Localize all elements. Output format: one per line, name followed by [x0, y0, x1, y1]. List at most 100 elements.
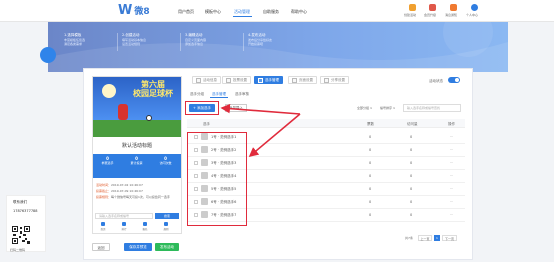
more-icon[interactable]: ··· [450, 161, 453, 165]
subtab-groups[interactable]: 选手分组 [190, 92, 204, 97]
pagination-total: 共7条 [405, 236, 413, 240]
stat-label: 参赛选手 [101, 161, 114, 165]
chip-checkbox-icon [324, 77, 329, 83]
banner-step-1: 1.选择模板 丰富模板任您选 满足各类需求 [64, 33, 85, 46]
tool-profile-label[interactable]: 个人中心 [466, 13, 478, 17]
preview-search-button[interactable]: 搜索 [155, 213, 179, 219]
back-button[interactable]: 返回 [92, 243, 110, 251]
preview-tab-rank[interactable]: 排行 [117, 222, 131, 231]
info-rules: 投票规则：每个微信号每天可投1次，可以投给同一选手 [96, 195, 180, 199]
poster-sun [102, 84, 116, 98]
nav-activity-manage[interactable]: 活动管理 [234, 9, 250, 15]
tool-vip-label[interactable]: 会员升级 [424, 13, 436, 17]
prev-page-button[interactable]: 上一页 [418, 235, 432, 241]
info-key: 活动时间： [96, 183, 112, 187]
player-votes: 0 [369, 187, 372, 191]
create-icon[interactable] [409, 4, 416, 11]
info-key: 投票截止： [96, 189, 112, 193]
sort-select[interactable]: 编号排序 ∨ [380, 106, 395, 110]
player-views: 0 [410, 148, 413, 152]
step-2-line-2: 设置活动规则 [122, 42, 141, 46]
step-1-line-2: 满足各类需求 [64, 42, 83, 46]
chip-vote-settings[interactable]: 投票设置 [222, 76, 251, 84]
vip-icon[interactable] [429, 4, 436, 11]
preview-tab-rules[interactable]: 规则 [159, 222, 173, 231]
more-icon[interactable]: ··· [450, 187, 453, 191]
bell-icon[interactable] [450, 4, 457, 11]
banner-divider [243, 33, 244, 51]
poster-player [118, 104, 128, 120]
col-player: 选手 [203, 122, 210, 126]
chip-player-manage[interactable]: 选手管理 [254, 76, 283, 84]
more-icon[interactable]: ··· [450, 174, 453, 178]
logo[interactable]: W 微8 [118, 4, 150, 17]
user-icon[interactable] [471, 4, 478, 11]
nav-home[interactable]: 用户首页 [178, 9, 194, 15]
banner-step-2: 2.创建活动 填写活动基本信息 设置活动规则 [122, 33, 146, 46]
add-player-highlight [185, 101, 219, 115]
step-3-line-2: 添加选手信息 [185, 42, 204, 46]
float-dot-icon [40, 47, 56, 63]
col-views: 访问量 [407, 122, 418, 126]
nav-help[interactable]: 帮助中心 [291, 9, 307, 15]
page-1-button[interactable]: 1 [434, 235, 440, 241]
chip-label: 分享设置 [331, 77, 345, 82]
soccer-ball-icon [146, 115, 152, 121]
chip-label: 选手管理 [265, 77, 279, 82]
stat-label: 访问次数 [159, 161, 172, 165]
tool-notify-label[interactable]: 消息通知 [445, 13, 457, 17]
col-actions: 操作 [448, 122, 455, 126]
player-votes: 0 [369, 213, 372, 217]
player-views: 0 [410, 161, 413, 165]
status-toggle[interactable] [448, 77, 460, 83]
chip-label: 活动信息 [203, 77, 217, 82]
info-key: 投票规则： [96, 195, 112, 199]
preview-tab-signup[interactable]: 报名 [138, 222, 152, 231]
player-views: 0 [410, 174, 413, 178]
player-votes: 0 [369, 174, 372, 178]
group-filter-select[interactable]: 全部分组 ∨ [357, 106, 372, 110]
contact-title: 联系我们 [13, 200, 27, 204]
player-search-input[interactable]: 输入选手名称或编号查找 [403, 104, 461, 112]
banner-divider [180, 33, 181, 51]
logo-icon: W [118, 3, 133, 18]
poster-title-line-2: 校园足球杯 [133, 89, 173, 98]
chip-activity-info[interactable]: 活动信息 [192, 76, 221, 84]
next-page-button[interactable]: 下一页 [442, 235, 457, 241]
more-icon[interactable]: ··· [450, 135, 453, 139]
tab-label: 首页 [100, 228, 106, 231]
chip-checkbox-icon [292, 77, 297, 83]
nav-self-service[interactable]: 自助服务 [263, 9, 279, 15]
poster-field [93, 120, 181, 137]
more-icon[interactable]: ··· [450, 213, 453, 217]
tool-create-label[interactable]: 创建活动 [404, 13, 416, 17]
player-votes: 0 [369, 161, 372, 165]
player-views: 0 [410, 135, 413, 139]
qr-code-icon [11, 225, 31, 245]
more-icon[interactable]: ··· [450, 200, 453, 204]
subtab-review[interactable]: 选手审核 [235, 92, 249, 97]
import-button[interactable]: 批量导入 [225, 104, 247, 112]
qr-label: 扫码二维码 [10, 248, 26, 252]
player-views: 0 [410, 200, 413, 204]
active-nav-indicator [233, 16, 252, 17]
banner-divider [117, 33, 118, 51]
publish-button[interactable]: 发布活动 [155, 243, 179, 251]
info-value: 每个微信号每天可投1次，可以投给同一选手 [111, 195, 170, 199]
save-preview-button[interactable]: 保存并预览 [124, 243, 152, 251]
preview-tab-home[interactable]: 首页 [96, 222, 110, 231]
nav-templates[interactable]: 模板中心 [205, 9, 221, 15]
signup-icon [143, 222, 147, 226]
stat-players: 0 参赛选手 [93, 156, 122, 165]
more-icon[interactable]: ··· [450, 148, 453, 152]
info-value: 2019-07-09 10:46:07 [111, 189, 143, 193]
preview-search-input[interactable]: 请输入选手名称或编号 [95, 213, 153, 219]
chip-label: 页面设置 [299, 77, 313, 82]
player-votes: 0 [369, 148, 372, 152]
tab-label: 排行 [121, 228, 127, 231]
chip-page-settings[interactable]: 页面设置 [288, 76, 317, 84]
logo-text: 微8 [134, 7, 150, 17]
rank-icon [122, 222, 126, 226]
chip-share-settings[interactable]: 分享设置 [320, 76, 349, 84]
chip-checkbox-icon [196, 77, 201, 83]
